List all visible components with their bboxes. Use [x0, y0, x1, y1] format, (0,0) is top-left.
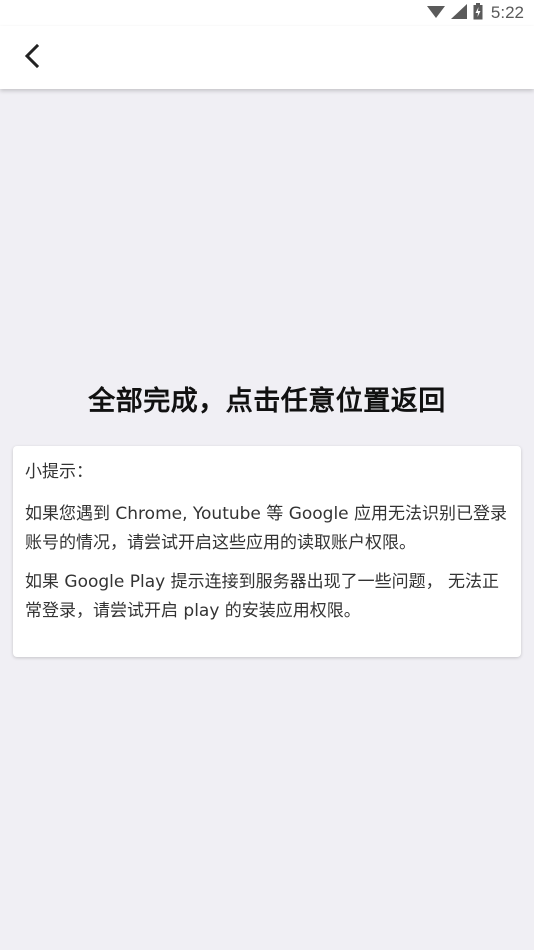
tip-card: 小提示： 如果您遇到 Chrome, Youtube 等 Google 应用无法… [13, 446, 521, 657]
tip-paragraph-play: 如果 Google Play 提示连接到服务器出现了一些问题， 无法正常登录，请… [25, 572, 500, 621]
status-bar: 5:22 [0, 0, 534, 26]
back-button[interactable] [10, 36, 54, 80]
battery-icon [473, 2, 483, 24]
tip-paragraph-account: 如果您遇到 Chrome, Youtube 等 Google 应用无法识别已登录… [25, 504, 508, 553]
status-icons: 5:22 [426, 2, 524, 24]
status-time: 5:22 [490, 3, 524, 22]
tip-title: 小提示： [25, 462, 93, 482]
cellular-signal-icon [450, 3, 467, 23]
completion-title[interactable]: 全部完成，点击任意位置返回 [0, 379, 534, 418]
wifi-icon [426, 4, 445, 23]
chevron-left-icon [22, 43, 42, 73]
app-bar [0, 26, 534, 89]
